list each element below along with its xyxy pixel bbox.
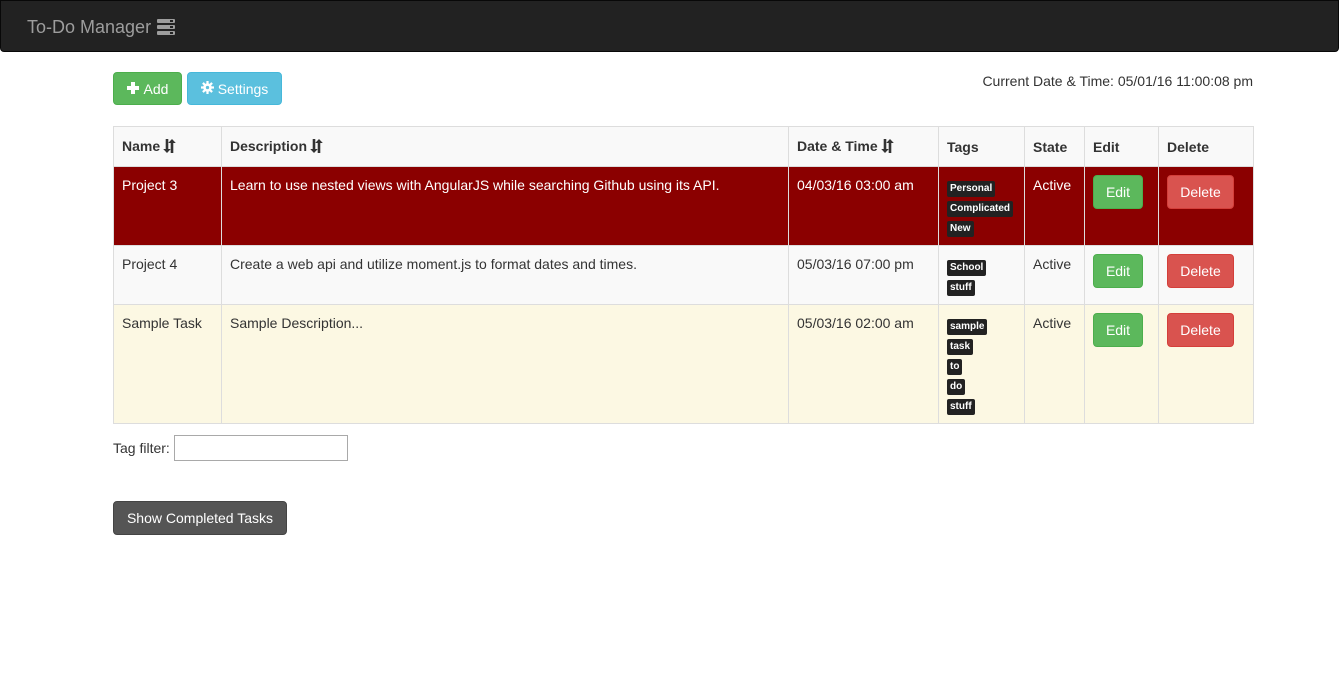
- edit-button[interactable]: Edit: [1093, 175, 1143, 209]
- settings-button-label: Settings: [217, 80, 269, 97]
- add-button-label: Add: [143, 80, 169, 97]
- tag-badge: to: [947, 359, 963, 375]
- table-row: Project 3 Learn to use nested views with…: [113, 166, 1254, 246]
- header-tags: Tags: [938, 126, 1025, 167]
- header-name-label: Name: [122, 138, 161, 154]
- tag-badge: School: [947, 260, 987, 276]
- table-row: Project 4 Create a web api and utilize m…: [113, 245, 1254, 305]
- tag-badge: sample: [947, 319, 988, 335]
- header-name[interactable]: Name: [113, 126, 222, 167]
- table-row: Sample Task Sample Description... 05/03/…: [113, 304, 1254, 424]
- task-datetime: 05/03/16 02:00 am: [788, 304, 939, 424]
- task-datetime: 04/03/16 03:00 am: [788, 166, 939, 246]
- brand-title: To-Do Manager: [27, 17, 152, 37]
- header-state: State: [1024, 126, 1085, 167]
- plus-icon: [126, 81, 139, 97]
- task-description: Create a web api and utilize moment.js t…: [221, 245, 789, 305]
- edit-cell: Edit: [1084, 245, 1159, 305]
- tag-badge: New: [947, 221, 974, 237]
- tag-badge: task: [947, 339, 974, 355]
- settings-button[interactable]: Settings: [187, 72, 282, 105]
- delete-cell: Delete: [1158, 166, 1254, 246]
- delete-cell: Delete: [1158, 304, 1254, 424]
- task-name: Project 3: [113, 166, 222, 246]
- task-datetime: 05/03/16 07:00 pm: [788, 245, 939, 305]
- show-completed-button[interactable]: Show Completed Tasks: [113, 501, 287, 535]
- task-description: Learn to use nested views with AngularJS…: [221, 166, 789, 246]
- delete-button[interactable]: Delete: [1167, 175, 1234, 209]
- add-button[interactable]: Add: [113, 72, 182, 105]
- task-state: Active: [1024, 166, 1085, 246]
- edit-button[interactable]: Edit: [1093, 313, 1143, 347]
- header-datetime[interactable]: Date & Time: [788, 126, 939, 167]
- gear-icon: [200, 80, 214, 97]
- task-tags: School stuff: [938, 245, 1025, 305]
- tag-filter-label: Tag filter:: [113, 440, 170, 456]
- tag-badge: stuff: [947, 280, 975, 296]
- edit-cell: Edit: [1084, 166, 1159, 246]
- edit-cell: Edit: [1084, 304, 1159, 424]
- tasks-table: Name Description Date & Time Tags State …: [113, 126, 1254, 424]
- task-name: Sample Task: [113, 304, 222, 424]
- delete-button[interactable]: Delete: [1167, 313, 1234, 347]
- edit-button[interactable]: Edit: [1093, 254, 1143, 288]
- sort-icon: [310, 138, 323, 158]
- tag-badge: stuff: [947, 399, 975, 415]
- tag-badge: do: [947, 379, 966, 395]
- current-datetime: Current Date & Time: 05/01/16 11:00:08 p…: [982, 73, 1253, 89]
- header-delete: Delete: [1158, 126, 1254, 167]
- delete-button[interactable]: Delete: [1167, 254, 1234, 288]
- task-state: Active: [1024, 304, 1085, 424]
- task-name: Project 4: [113, 245, 222, 305]
- sort-icon: [880, 138, 894, 158]
- navbar: To-Do Manager: [0, 0, 1339, 52]
- task-tags: sample task to do stuff: [938, 304, 1025, 424]
- tag-filter: Tag filter:: [113, 435, 348, 461]
- list-icon: [157, 19, 176, 35]
- task-state: Active: [1024, 245, 1085, 305]
- task-description: Sample Description...: [221, 304, 789, 424]
- table-header-row: Name Description Date & Time Tags State …: [113, 126, 1254, 167]
- header-datetime-label: Date & Time: [797, 138, 878, 154]
- header-description-label: Description: [230, 138, 308, 154]
- tag-badge: Complicated: [947, 201, 1014, 217]
- task-tags: Personal Complicated New: [938, 166, 1025, 246]
- brand-link[interactable]: To-Do Manager: [27, 16, 176, 38]
- header-description[interactable]: Description: [221, 126, 789, 167]
- header-edit: Edit: [1084, 126, 1159, 167]
- tag-filter-input[interactable]: [173, 435, 348, 461]
- sort-icon: [163, 138, 176, 158]
- tag-badge: Personal: [947, 181, 996, 197]
- delete-cell: Delete: [1158, 245, 1254, 305]
